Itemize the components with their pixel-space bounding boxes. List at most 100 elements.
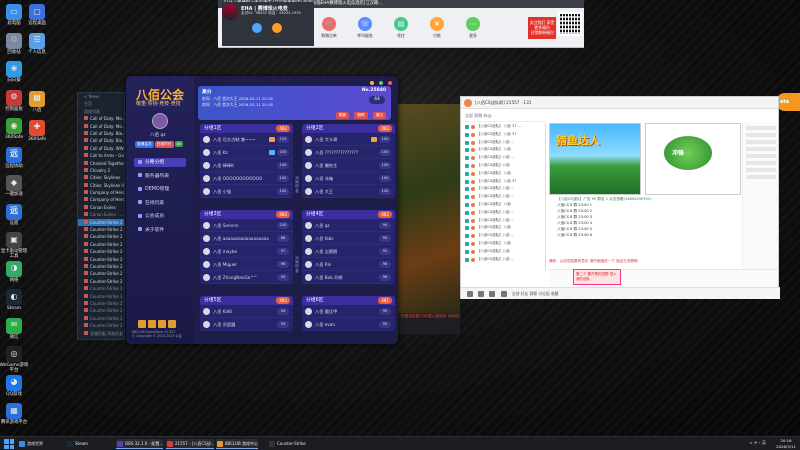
player-row[interactable]: 八佰 Kz 100 (200, 146, 293, 159)
desktop-icon[interactable]: ◐ Steam (0, 289, 29, 312)
taskbar-app[interactable]: OBS 32.1.0 - 配置... (116, 439, 164, 449)
folder-icon[interactable] (489, 291, 496, 297)
zone-header[interactable]: 分组4区 482 (302, 210, 395, 219)
player-row[interactable]: 八佰 ??????????????? 100 (302, 146, 395, 159)
library-row[interactable]: Chained Together (78, 160, 124, 167)
player-row[interactable]: 八佰 Bob 开朗 96 (302, 271, 395, 284)
library-row[interactable]: Counter-Strike 2 (78, 248, 124, 255)
zone-header[interactable]: 分组3区 482 (200, 210, 293, 219)
library-row[interactable]: Counter-Strike 2 (78, 241, 124, 248)
game-banner-image[interactable]: 猎鱼达人 (549, 123, 641, 195)
chat-list-item[interactable]: 【八佰CS战队】八佰 ... (461, 232, 545, 240)
taskbar-app[interactable]: Counter-Strike (268, 439, 306, 449)
library-row[interactable]: Call to Arms - Ga... (78, 152, 124, 159)
start-button[interactable] (4, 439, 14, 449)
exit-button[interactable]: 退出 (372, 112, 386, 119)
player-row[interactable]: 八佰 冰箱 100 (302, 172, 395, 185)
desktop-icon[interactable]: ▦ 腾讯游戏平台 (0, 403, 29, 426)
chat-list-item[interactable]: 【八佰CS战队】 八佰 37 (461, 178, 545, 186)
exit-icon[interactable] (168, 320, 176, 328)
player-row[interactable]: 八佰 大卡哥 100 (302, 133, 395, 146)
message-button[interactable]: 消息 (266, 23, 288, 39)
library-row[interactable]: Call of Duty: WW... (78, 145, 124, 152)
chat-link-message[interactable]: 【八佰CS战队】广告 99 群友 1 点击查看(14690290701) (549, 197, 749, 202)
player-row[interactable]: 八佰 懒先生 100 (302, 159, 395, 172)
system-tray[interactable]: ∧ ◔ ⌁ 英 (749, 440, 766, 446)
library-row[interactable]: Counter-Strike 2 (78, 256, 124, 263)
info-icon[interactable] (158, 320, 166, 328)
chat-list-item[interactable]: 【八佰CS战队】 八佰 37 ... (461, 123, 545, 131)
library-row[interactable]: 游戏列表 (78, 108, 124, 115)
zone-header[interactable]: 分组6区 481 (302, 296, 395, 305)
banner-tool-button[interactable]: ⋯ 更多 (462, 17, 484, 39)
library-row[interactable]: Counter-Strike 2 (78, 218, 124, 227)
library-row[interactable]: Counter-Strike 2 (78, 226, 124, 233)
desktop-icon[interactable]: ❀ 向日葵 (0, 61, 29, 84)
chat-list-item[interactable]: 【八佰CS战队】八佰 (461, 248, 545, 256)
player-row[interactable]: 八佰 fabs 94 (302, 232, 395, 245)
library-row[interactable]: Company of Hero... (78, 189, 124, 196)
sidebar-nav-item[interactable]: 分路分组 (134, 158, 186, 167)
chat-list-item[interactable]: 【八佰CS战队】 八佰 (461, 240, 545, 248)
player-row[interactable]: 八佰 Kid6 94 (200, 305, 293, 318)
chat-list-item[interactable]: 【八佰CS战队】 八佰 (461, 201, 545, 209)
follow-us-badge[interactable]: 关注我们 享受更多福利 日常都带福利 (528, 17, 556, 39)
game-logo-image[interactable]: 冲锋 (645, 123, 741, 195)
player-row[interactable]: 八佰 ZhongNanGe^^ 95 (200, 271, 293, 284)
library-row[interactable]: Counter-Strike 2 (78, 233, 124, 240)
desktop-icon[interactable]: ▢ 远程桌面 (22, 4, 52, 27)
avatar[interactable] (152, 113, 168, 129)
chat-list-item[interactable]: 【八佰CS战队】 八佰 (461, 170, 545, 178)
home-icon[interactable] (467, 291, 473, 297)
player-row[interactable]: 八佰 后太古制 兼~~~ 100 (200, 133, 293, 146)
taskbar-app[interactable]: 8BCLUB 游戏中心 (216, 439, 258, 449)
mic-icon[interactable] (500, 291, 507, 297)
chat-list-item[interactable]: 【八佰CS战队】八佰 ... (461, 185, 545, 193)
maximize-button[interactable] (379, 81, 384, 85)
chat-list-item[interactable]: 【八佰CS战队】八佰 (461, 162, 545, 170)
desktop-icon[interactable]: ◆ 一键加速 (0, 175, 29, 198)
zone-header[interactable]: 分组2区 482 (302, 124, 395, 133)
desktop-icon[interactable]: 远远程 (0, 203, 29, 227)
chat-list-item[interactable]: 【八佰CS战队】八佰 ... (461, 154, 545, 162)
taskbar-app[interactable]: Steam (66, 439, 88, 449)
chat-list-item[interactable]: 【八佰CS战队】八佰 ... (461, 209, 545, 217)
banner-tool-button[interactable]: 🛒 购物点单 (318, 17, 340, 39)
refresh-icon[interactable] (148, 320, 156, 328)
library-row[interactable]: Counter-Strike 2 (78, 285, 124, 292)
banner-tool-button[interactable]: ¥ 付款 (426, 17, 448, 39)
desktop-icon[interactable]: 远远程协助 (0, 146, 29, 170)
library-row[interactable]: Call of Duty: Bla... (78, 130, 124, 137)
chat-list-item[interactable]: 【八佰CS战队】八佰 ... (461, 217, 545, 225)
library-row[interactable]: Call of Duty: Bla... (78, 137, 124, 144)
library-row[interactable]: Conan Exiles - ... (78, 211, 124, 218)
desktop-icon[interactable]: ▣ 显卡驱动管理工具 (0, 232, 29, 260)
taskbar-app[interactable]: 21557 - [八佰CS战... (166, 439, 215, 449)
library-row[interactable]: Call of Duty: Mo... (78, 123, 124, 130)
player-row[interactable]: 八佰 吊篮圆 94 (200, 318, 293, 331)
chat-list-item[interactable]: 【八佰CS战队】 八佰 (461, 224, 545, 232)
library-row[interactable]: Cities: Skylines (78, 174, 124, 181)
close-button[interactable] (388, 81, 392, 85)
player-row[interactable]: 八佰 量比甲 95 (302, 305, 395, 318)
sidebar-nav-item[interactable]: 服务器列表 (134, 172, 186, 181)
library-row[interactable]: Conan Exiles (78, 204, 124, 211)
desktop-icon[interactable]: ☰ 个人信息 (22, 32, 52, 56)
desktop-icon[interactable]: ◑ 网络 (0, 260, 29, 284)
sidebar-nav-item[interactable]: 在线玩家 (134, 199, 186, 208)
player-row[interactable]: 八佰 小强 100 (200, 185, 293, 198)
chat-list-item[interactable]: 【八佰CS战队】 八佰 37 (461, 131, 545, 139)
player-row[interactable]: 八佰 大王 100 (302, 185, 395, 198)
library-row[interactable]: Call of Duty: Mo... (78, 115, 124, 122)
library-row[interactable]: Counter-Strike 2 (78, 307, 124, 314)
player-row[interactable]: 八佰 吉鹅鹅 92 (302, 245, 395, 258)
player-row[interactable]: 八佰 evan 95 (302, 318, 395, 331)
library-row[interactable]: Counter-Strike 2 (78, 300, 124, 307)
library-row[interactable]: Company of Hero... (78, 196, 124, 203)
player-row[interactable]: 八佰 Sonnnn 100 (200, 219, 293, 232)
sidebar-nav-item[interactable]: 关于软件 (134, 226, 186, 235)
sidebar-nav-item[interactable]: DEMO管理 (134, 185, 186, 194)
library-row[interactable]: Cities: Skylines II (78, 182, 124, 189)
player-row[interactable]: 八佰 aaaaaaaaaaaaaaaaaa 88 (200, 232, 293, 245)
desktop-icon[interactable]: ✉ 微信 (0, 317, 29, 341)
